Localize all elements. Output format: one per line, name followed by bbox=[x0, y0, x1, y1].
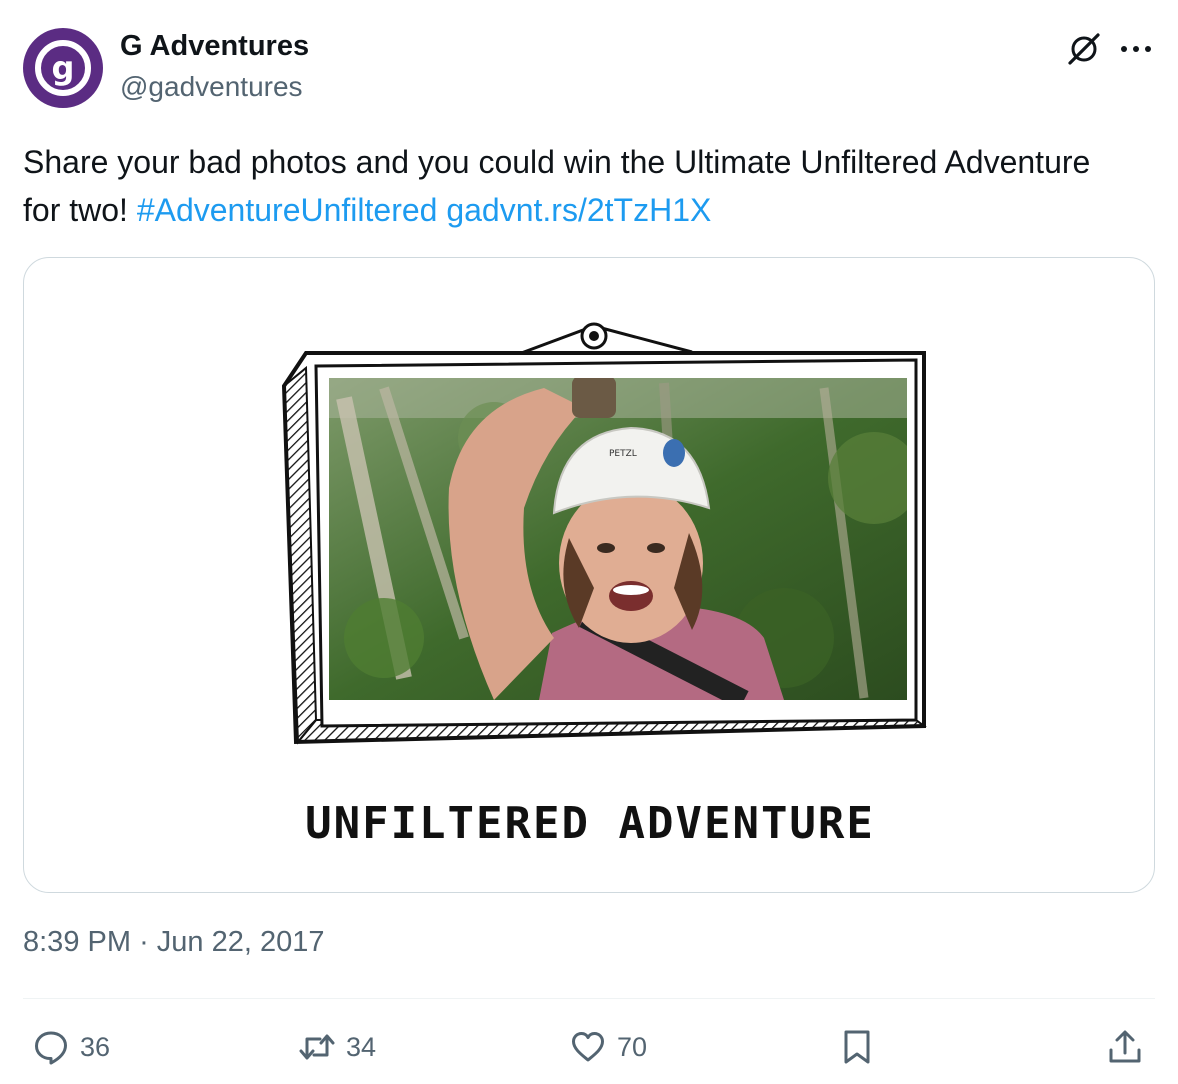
reply-button[interactable]: 36 bbox=[32, 1022, 110, 1072]
avatar-logo: g bbox=[35, 40, 91, 96]
post-time[interactable]: 8:39 PM bbox=[23, 926, 131, 958]
timestamp: 8:39 PM · Jun 22, 2017 bbox=[23, 926, 325, 959]
reply-icon bbox=[35, 1031, 67, 1065]
retweet-button[interactable]: 34 bbox=[298, 1022, 376, 1072]
more-options-icon[interactable] bbox=[1116, 31, 1156, 67]
author-name[interactable]: G Adventures bbox=[120, 30, 309, 63]
avatar[interactable]: g bbox=[23, 28, 103, 108]
retweet-icon bbox=[299, 1034, 335, 1060]
reply-count: 36 bbox=[80, 1031, 111, 1062]
helmet-label: PETZL bbox=[609, 449, 637, 459]
media-caption: UNFILTERED ADVENTURE bbox=[305, 798, 875, 849]
retweet-count: 34 bbox=[346, 1031, 377, 1062]
url-link[interactable]: gadvnt.rs/2tTzH1X bbox=[446, 192, 711, 228]
bookmark-icon bbox=[844, 1030, 870, 1064]
like-count: 70 bbox=[617, 1031, 648, 1062]
zipline-photo: PETZL bbox=[329, 378, 907, 700]
author-handle[interactable]: @gadventures bbox=[120, 71, 303, 103]
bookmark-button[interactable] bbox=[838, 1022, 876, 1072]
share-icon bbox=[1109, 1030, 1141, 1063]
separator: · bbox=[139, 926, 149, 958]
hashtag-link[interactable]: #AdventureUnfiltered bbox=[137, 192, 438, 228]
tweet-text: Share your bad photos and you could win … bbox=[23, 138, 1133, 234]
grok-icon[interactable] bbox=[1066, 31, 1102, 67]
share-button[interactable] bbox=[1106, 1022, 1144, 1072]
tweet-image: PETZL UNFILTERED ADVENTURE bbox=[281, 322, 927, 849]
post-date[interactable]: Jun 22, 2017 bbox=[157, 926, 325, 958]
frame-hanger bbox=[515, 322, 693, 357]
divider bbox=[23, 998, 1155, 999]
media-card[interactable]: PETZL UNFILTERED ADVENTURE bbox=[23, 257, 1155, 893]
like-button[interactable]: 70 bbox=[569, 1022, 647, 1072]
heart-icon bbox=[572, 1032, 604, 1062]
